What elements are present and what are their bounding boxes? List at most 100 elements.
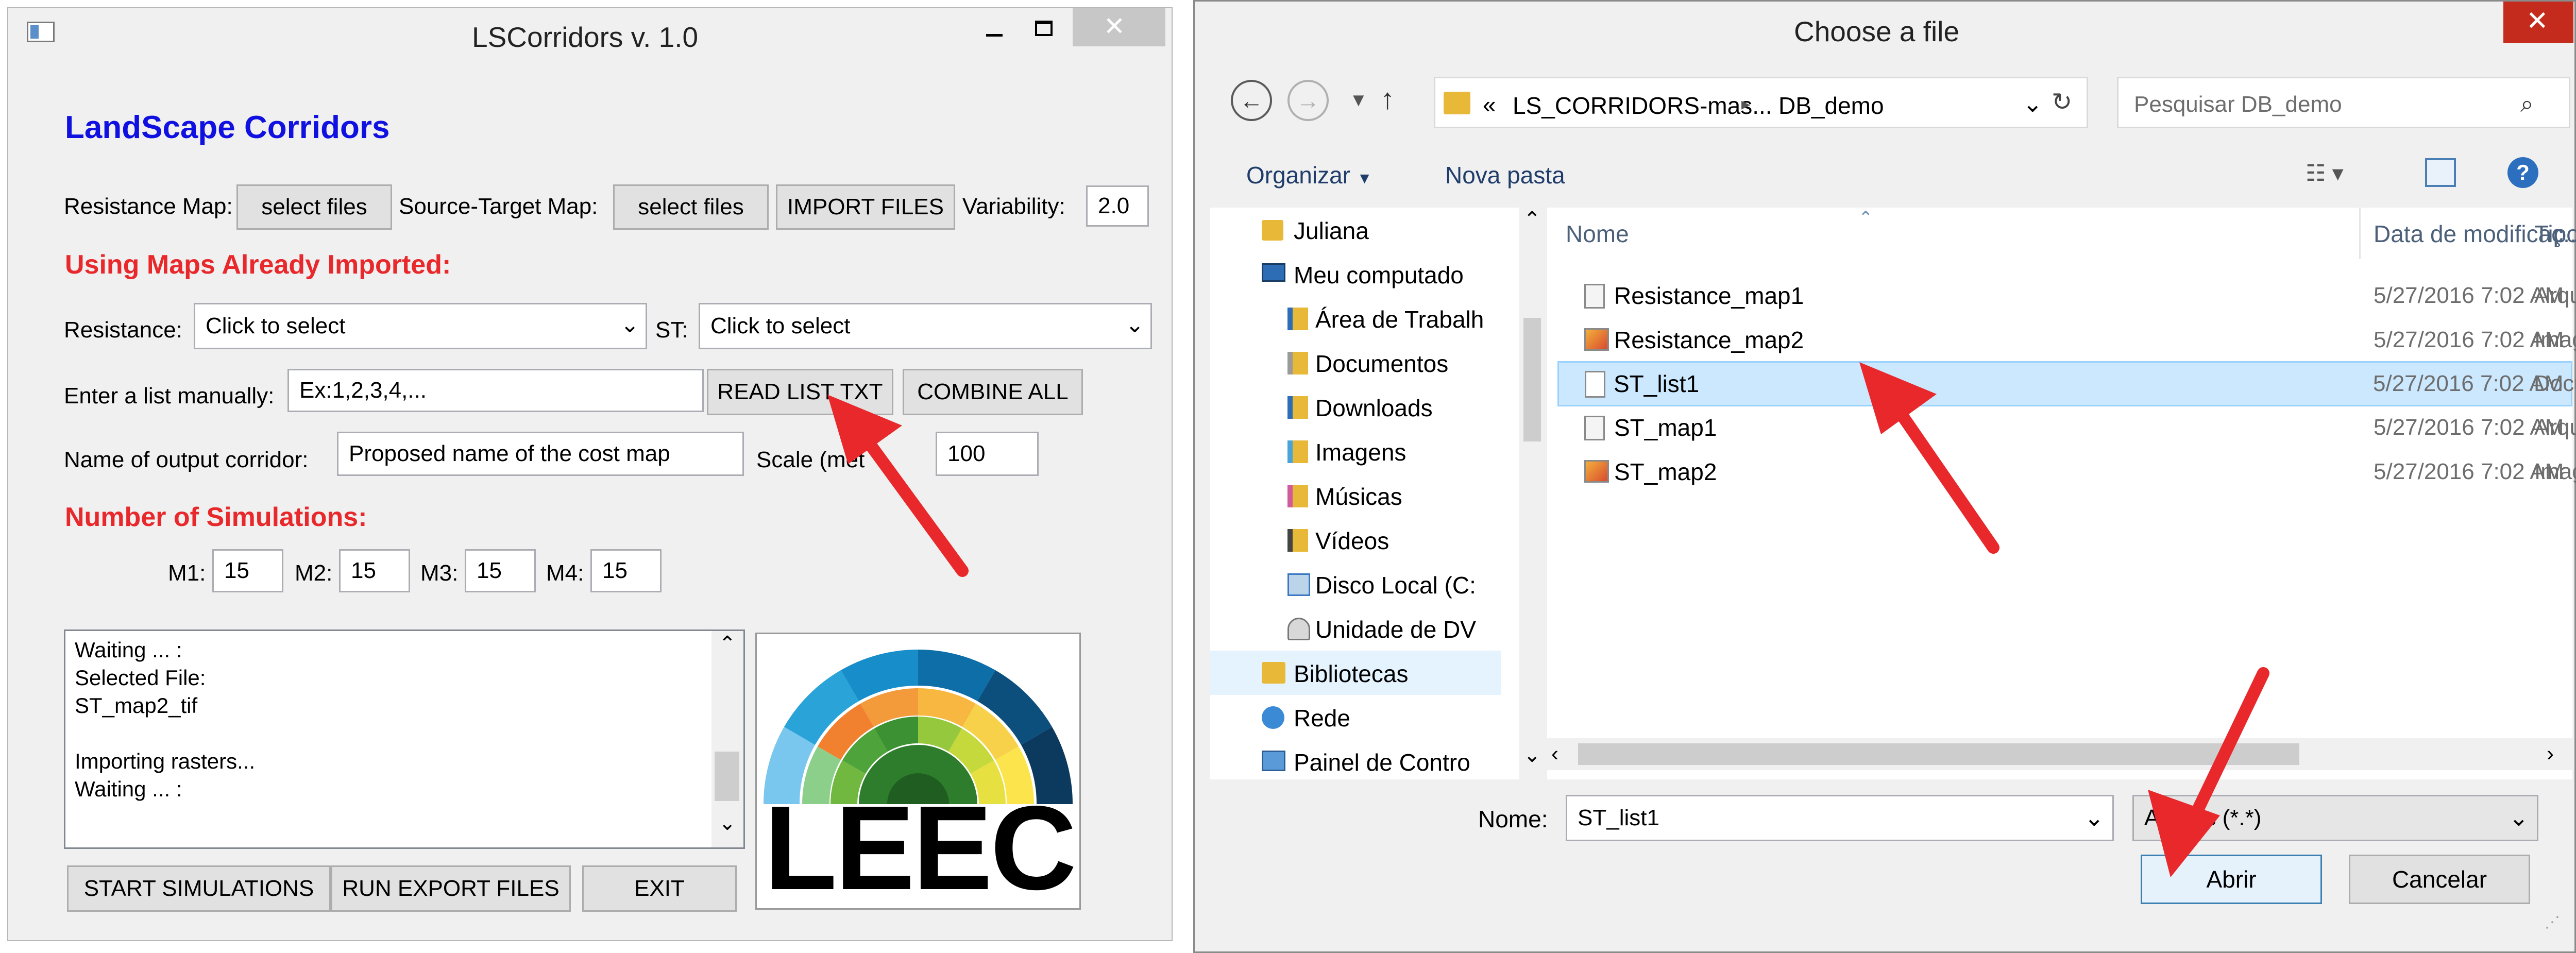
cancel-button[interactable]: Cancelar: [2349, 855, 2530, 904]
column-header-name[interactable]: Nome: [1566, 220, 1629, 248]
filename-field[interactable]: ST_list1 ⌄: [1566, 795, 2114, 841]
breadcrumb-item[interactable]: LS_CORRIDORS-mas...: [1513, 92, 1772, 120]
st-select[interactable]: Click to select ⌄: [699, 303, 1152, 349]
enter-list-label: Enter a list manually:: [64, 383, 275, 409]
address-bar[interactable]: « LS_CORRIDORS-mas... ▸ DB_demo ⌄ ↻: [1434, 77, 2088, 128]
nav-item-label: Área de Trabalh: [1315, 306, 1484, 333]
chevron-down-icon: ⌄: [1125, 312, 1144, 337]
up-arrow-icon[interactable]: ↑: [1380, 82, 1395, 115]
run-export-files-button[interactable]: RUN EXPORT FILES: [331, 865, 571, 912]
m1-field[interactable]: 15: [212, 549, 283, 592]
back-button[interactable]: ←: [1231, 80, 1272, 121]
scroll-left-icon[interactable]: ‹: [1551, 741, 1558, 766]
close-button[interactable]: ✕: [1073, 8, 1165, 46]
search-box[interactable]: Pesquisar DB_demo ⌕: [2117, 77, 2570, 128]
select-resistance-files-button[interactable]: select files: [236, 184, 392, 230]
minimize-button[interactable]: [977, 13, 1013, 44]
nav-item[interactable]: Documentos: [1210, 341, 1519, 385]
chevron-down-icon[interactable]: ⌄: [2084, 804, 2104, 831]
file-row[interactable]: Resistance_map1 5/27/2016 7:02 AM Arquiv…: [1557, 274, 2576, 318]
horizontal-scrollbar[interactable]: ‹ ›: [1547, 738, 2572, 770]
window-title: LSCorridors v. 1.0: [472, 21, 699, 53]
nav-item[interactable]: Rede: [1210, 695, 1519, 739]
lscorridors-window: LSCorridors v. 1.0 ✕ LandScape Corridors…: [7, 7, 1173, 941]
folder-icon: [1287, 308, 1308, 330]
breadcrumb-separator: ▸: [1741, 94, 1751, 114]
help-icon[interactable]: ?: [2507, 157, 2538, 188]
address-dropdown-icon[interactable]: ⌄: [2023, 90, 2043, 117]
refresh-icon[interactable]: ↻: [2052, 88, 2072, 116]
close-icon: ✕: [2526, 6, 2549, 36]
search-icon: ⌕: [2520, 90, 2534, 117]
file-row[interactable]: ST_map2 5/27/2016 7:02 AM Imagem T: [1557, 450, 2576, 494]
drive-icon: [1287, 618, 1310, 640]
file-row[interactable]: Resistance_map2 5/27/2016 7:02 AM Imagem…: [1557, 318, 2576, 362]
new-folder-button[interactable]: Nova pasta: [1445, 161, 1565, 189]
output-name-field[interactable]: Proposed name of the cost map: [337, 432, 744, 476]
file-row[interactable]: ST_map1 5/27/2016 7:02 AM Arquivo d: [1557, 405, 2576, 450]
drive-icon: [1287, 573, 1310, 596]
m2-field[interactable]: 15: [339, 549, 410, 592]
enter-list-field[interactable]: Ex:1,2,3,4,...: [287, 369, 704, 412]
file-type: Arquivo d: [2534, 415, 2576, 440]
m4-label: M4:: [546, 560, 584, 586]
maximize-button[interactable]: [1026, 13, 1062, 44]
nav-item[interactable]: Área de Trabalh: [1210, 296, 1519, 341]
number-of-simulations-heading: Number of Simulations:: [65, 502, 367, 532]
nav-item[interactable]: Unidade de DV: [1210, 606, 1519, 651]
recent-dropdown-icon[interactable]: ▼: [1349, 89, 1368, 111]
nav-item[interactable]: Meu computado: [1210, 252, 1519, 296]
nav-item-label: Downloads: [1315, 395, 1433, 421]
nav-item-label: Músicas: [1315, 483, 1402, 510]
nav-item[interactable]: Painel de Contro: [1210, 739, 1519, 784]
nav-item[interactable]: Vídeos: [1210, 518, 1519, 562]
forward-button[interactable]: →: [1287, 80, 1329, 121]
scroll-thumb[interactable]: [715, 752, 739, 801]
resize-grip-icon[interactable]: ⋰: [2545, 913, 2560, 931]
image-icon: [1584, 460, 1609, 483]
nav-scrollbar[interactable]: ⌃ ⌄: [1519, 208, 1545, 779]
view-options-icon[interactable]: ☷ ▾: [2306, 160, 2344, 186]
breadcrumb-item[interactable]: DB_demo: [1778, 92, 1884, 120]
scroll-thumb[interactable]: [1523, 318, 1541, 441]
nav-item-label: Juliana: [1294, 217, 1369, 244]
resistance-select[interactable]: Click to select ⌄: [194, 303, 647, 349]
file-icon: [1584, 416, 1605, 440]
red-arrow-annotation: [827, 395, 969, 577]
file-name: ST_map1: [1614, 414, 1717, 441]
file-type: Arquivo d: [2534, 283, 2576, 308]
scroll-up-icon[interactable]: ⌃: [1523, 208, 1541, 231]
nav-item[interactable]: Bibliotecas: [1210, 651, 1501, 695]
nav-item[interactable]: Músicas: [1210, 473, 1519, 518]
navigation-pane[interactable]: Juliana Meu computado Área de Trabalh Do…: [1210, 208, 1545, 779]
folder-icon: [1287, 485, 1308, 507]
m4-field[interactable]: 15: [590, 549, 662, 592]
st-select-value: Click to select: [710, 313, 851, 338]
scroll-down-icon[interactable]: ⌄: [1523, 743, 1541, 767]
select-source-target-files-button[interactable]: select files: [613, 184, 769, 230]
preview-pane-icon[interactable]: [2425, 158, 2456, 187]
file-row-selected[interactable]: ST_list1 5/27/2016 7:02 AM Documen: [1557, 361, 2576, 406]
file-list-pane[interactable]: Nome ⌃ Data de modificaç... Tipo Resista…: [1547, 208, 2576, 779]
scroll-down-icon[interactable]: ⌄: [719, 811, 736, 835]
exit-button[interactable]: EXIT: [582, 865, 737, 912]
variability-field[interactable]: 2.0: [1086, 185, 1149, 227]
m3-field[interactable]: 15: [465, 549, 536, 592]
log-scrollbar[interactable]: ⌃ ⌄: [711, 631, 743, 847]
start-simulations-button[interactable]: START SIMULATIONS: [67, 865, 331, 912]
column-header-type[interactable]: Tipo: [2534, 220, 2576, 248]
import-files-button[interactable]: IMPORT FILES: [776, 184, 955, 230]
nav-item[interactable]: Downloads: [1210, 385, 1519, 429]
scroll-right-icon[interactable]: ›: [2547, 741, 2554, 766]
organize-label: Organizar: [1246, 162, 1350, 189]
scroll-up-icon[interactable]: ⌃: [719, 632, 736, 656]
text-file-icon: [1585, 371, 1605, 398]
dialog-close-button[interactable]: ✕: [2503, 2, 2573, 43]
nav-item[interactable]: Disco Local (C:: [1210, 562, 1519, 606]
log-textarea[interactable]: Waiting ... : Selected File: ST_map2_tif…: [64, 629, 745, 849]
organize-menu[interactable]: Organizar ▼: [1246, 161, 1372, 189]
nav-item-label: Imagens: [1315, 439, 1406, 466]
sort-ascending-icon: ⌃: [1858, 208, 1873, 228]
nav-item[interactable]: Juliana: [1210, 208, 1519, 252]
nav-item[interactable]: Imagens: [1210, 429, 1519, 473]
